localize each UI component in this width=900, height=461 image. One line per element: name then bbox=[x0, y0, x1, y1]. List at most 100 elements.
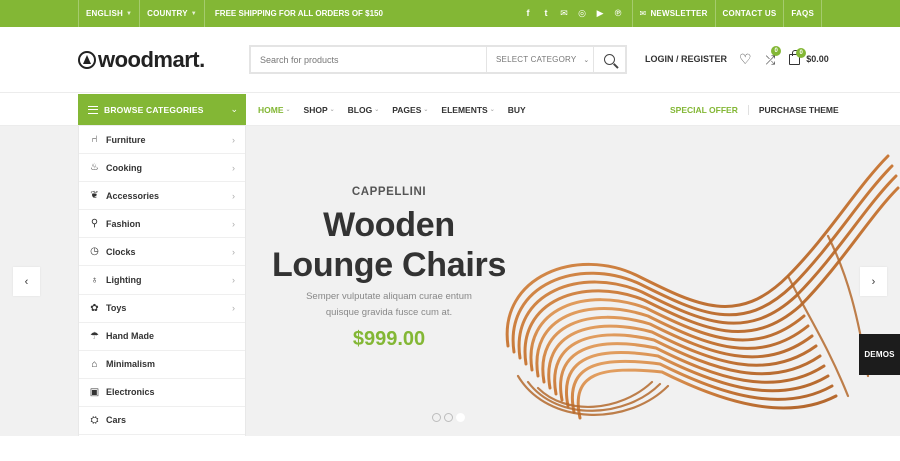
category-label: Furniture bbox=[106, 134, 146, 145]
demos-button[interactable]: DEMOS bbox=[859, 334, 900, 375]
logo-text: woodmart. bbox=[98, 47, 205, 72]
category-item-cars[interactable]: ⛭ Cars bbox=[79, 407, 245, 436]
slide-description-line: Semper vulputate aliquam curae entum bbox=[306, 291, 472, 302]
slider-next-button[interactable]: › bbox=[860, 267, 887, 296]
category-item-minimalism[interactable]: ⌂ Minimalism bbox=[79, 351, 245, 379]
category-item-toys[interactable]: ✿ Toys › bbox=[79, 295, 245, 323]
faqs-label: FAQS bbox=[791, 9, 814, 18]
social-links: f t ✉ ◎ ▶ ℗ bbox=[524, 9, 632, 18]
slide-title-line: Wooden bbox=[323, 206, 455, 244]
compare-button[interactable]: ⤮ 0 bbox=[766, 46, 782, 66]
chair-icon: ⑁ bbox=[91, 134, 98, 146]
nav-item-shop[interactable]: SHOP ⌄ bbox=[304, 105, 335, 115]
nav-item-pages[interactable]: PAGES ⌄ bbox=[392, 105, 428, 115]
chevron-down-icon: ⌄ bbox=[583, 56, 590, 64]
browse-categories-label: BROWSE CATEGORIES bbox=[104, 104, 204, 115]
browse-categories-button[interactable]: BROWSE CATEGORIES ⌄ bbox=[78, 94, 246, 125]
category-label: Electronics bbox=[106, 387, 155, 398]
category-item-hand-made[interactable]: ☂ Hand Made bbox=[79, 323, 245, 351]
category-label: Fashion bbox=[106, 218, 141, 229]
compare-count-badge: 0 bbox=[771, 46, 782, 56]
chevron-right-icon: › bbox=[232, 190, 235, 201]
chevron-down-icon: ▼ bbox=[125, 10, 133, 17]
site-header: woodmart. SELECT CATEGORY ⌄ LOGIN / REGIS… bbox=[0, 27, 900, 93]
nav-item-label: BLOG bbox=[347, 104, 373, 115]
category-item-lighting[interactable]: ♁ Lighting › bbox=[79, 266, 245, 295]
category-label: Hand Made bbox=[106, 331, 155, 342]
slide-description-line: quisque gravida fusce cum at. bbox=[325, 307, 453, 318]
site-logo[interactable]: woodmart. bbox=[78, 47, 205, 73]
instagram-icon[interactable]: ◎ bbox=[578, 9, 587, 18]
cart-button[interactable]: 0 bbox=[789, 47, 807, 65]
chevron-left-icon: ‹ bbox=[24, 275, 29, 288]
slider-dot[interactable] bbox=[444, 413, 453, 422]
menu-icon bbox=[88, 105, 98, 114]
newsletter-link[interactable]: ✉ NEWSLETTER bbox=[631, 0, 716, 27]
youtube-icon[interactable]: ▶ bbox=[596, 9, 605, 18]
nav-item-label: ELEMENTS bbox=[441, 104, 488, 115]
handmade-icon: ☂ bbox=[90, 330, 99, 342]
contact-label: CONTACT US bbox=[722, 9, 777, 18]
facebook-icon[interactable]: f bbox=[524, 9, 533, 18]
newsletter-label: NEWSLETTER bbox=[650, 9, 708, 18]
cart-count-badge: 0 bbox=[796, 47, 807, 58]
category-item-fashion[interactable]: ⚲ Fashion › bbox=[79, 210, 245, 239]
chevron-right-icon: › bbox=[232, 162, 235, 173]
chevron-right-icon: › bbox=[232, 246, 235, 257]
chevron-down-icon: ⌄ bbox=[374, 107, 380, 113]
heart-icon: ♡ bbox=[739, 51, 752, 67]
cart-total[interactable]: $0.00 bbox=[806, 54, 829, 64]
chevron-right-icon: › bbox=[232, 218, 235, 229]
shirt-icon: ⚲ bbox=[90, 218, 99, 230]
special-offer-link[interactable]: SPECIAL OFFER bbox=[670, 104, 749, 115]
pinterest-icon[interactable]: ℗ bbox=[614, 9, 623, 18]
category-label: Minimalism bbox=[106, 359, 156, 370]
chevron-right-icon: › bbox=[232, 134, 235, 145]
nav-item-blog[interactable]: BLOG ⌄ bbox=[348, 105, 380, 115]
electronics-icon: ▣ bbox=[89, 386, 100, 398]
language-label: ENGLISH bbox=[86, 9, 123, 18]
search-icon bbox=[604, 54, 615, 65]
contact-link[interactable]: CONTACT US bbox=[716, 0, 785, 27]
accessories-icon: ❦ bbox=[90, 190, 99, 202]
category-label: Lighting bbox=[106, 275, 142, 286]
chevron-right-icon: › bbox=[232, 275, 235, 286]
login-register-link[interactable]: LOGIN / REGISTER bbox=[645, 54, 727, 64]
category-item-cooking[interactable]: ♨ Cooking › bbox=[79, 154, 245, 183]
country-label: COUNTRY bbox=[147, 9, 188, 18]
nav-item-buy[interactable]: BUY bbox=[508, 105, 526, 115]
category-item-electronics[interactable]: ▣ Electronics bbox=[79, 379, 245, 407]
faqs-link[interactable]: FAQS bbox=[784, 0, 822, 27]
category-item-clocks[interactable]: ◷ Clocks › bbox=[79, 238, 245, 267]
twitter-icon[interactable]: t bbox=[542, 9, 551, 18]
chevron-down-icon: ⌄ bbox=[329, 107, 335, 113]
category-list: ⑁ Furniture › ♨ Cooking › ❦ Accessories › ⚲ Fas… bbox=[78, 126, 246, 436]
chevron-down-icon: ⌄ bbox=[230, 104, 238, 114]
purchase-theme-link[interactable]: PURCHASE THEME bbox=[749, 105, 839, 115]
search-button[interactable] bbox=[593, 47, 625, 72]
category-label: Cars bbox=[106, 415, 127, 426]
country-selector[interactable]: COUNTRY ▼ bbox=[140, 0, 205, 27]
chevron-down-icon: ⌄ bbox=[423, 107, 429, 113]
minimalism-icon: ⌂ bbox=[91, 358, 98, 370]
slide-description: Semper vulputate aliquam curae entum qui… bbox=[246, 289, 532, 321]
slider-dot[interactable] bbox=[432, 413, 441, 422]
search-bar: SELECT CATEGORY ⌄ bbox=[249, 45, 627, 74]
category-item-accessories[interactable]: ❦ Accessories › bbox=[79, 182, 245, 211]
category-item-furniture[interactable]: ⑁ Furniture › bbox=[79, 126, 245, 155]
category-select[interactable]: SELECT CATEGORY ⌄ bbox=[486, 47, 593, 72]
clock-icon: ◷ bbox=[90, 246, 99, 258]
bulb-icon: ♁ bbox=[90, 274, 99, 286]
slider-dot-active[interactable] bbox=[456, 413, 465, 422]
language-selector[interactable]: ENGLISH ▼ bbox=[78, 0, 141, 27]
main-nav: HOME ⌄ SHOP ⌄ BLOG ⌄ PAGES ⌄ ELEMENTS ⌄ BUY bbox=[258, 94, 539, 125]
search-input[interactable] bbox=[251, 47, 486, 72]
nav-item-label: PAGES bbox=[392, 104, 422, 115]
wishlist-button[interactable]: ♡ bbox=[739, 52, 752, 66]
nav-item-home[interactable]: HOME ⌄ bbox=[258, 105, 291, 115]
slider-prev-button[interactable]: ‹ bbox=[13, 267, 40, 296]
envelope-icon: ✉ bbox=[639, 9, 647, 18]
lounge-chair-image bbox=[505, 154, 900, 420]
email-icon[interactable]: ✉ bbox=[560, 9, 569, 18]
nav-item-elements[interactable]: ELEMENTS ⌄ bbox=[441, 105, 494, 115]
